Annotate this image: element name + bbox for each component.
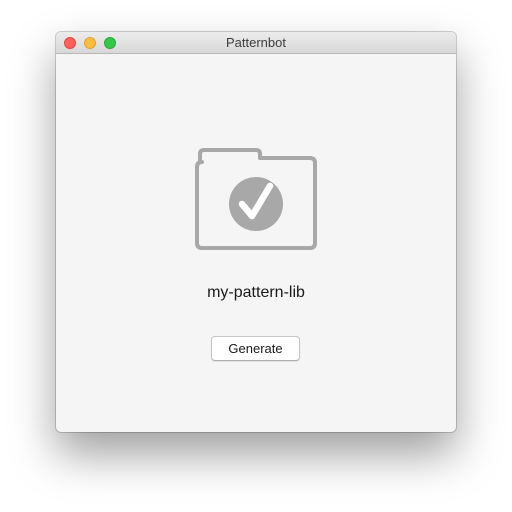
project-name-label: my-pattern-lib	[207, 284, 305, 301]
folder-check-icon	[195, 148, 317, 250]
app-window: Patternbot my-pattern-lib Generate	[56, 32, 456, 432]
generate-button[interactable]: Generate	[211, 336, 300, 361]
main-content: my-pattern-lib Generate	[56, 54, 456, 432]
window-title: Patternbot	[226, 35, 286, 50]
title-bar[interactable]: Patternbot	[56, 32, 456, 54]
